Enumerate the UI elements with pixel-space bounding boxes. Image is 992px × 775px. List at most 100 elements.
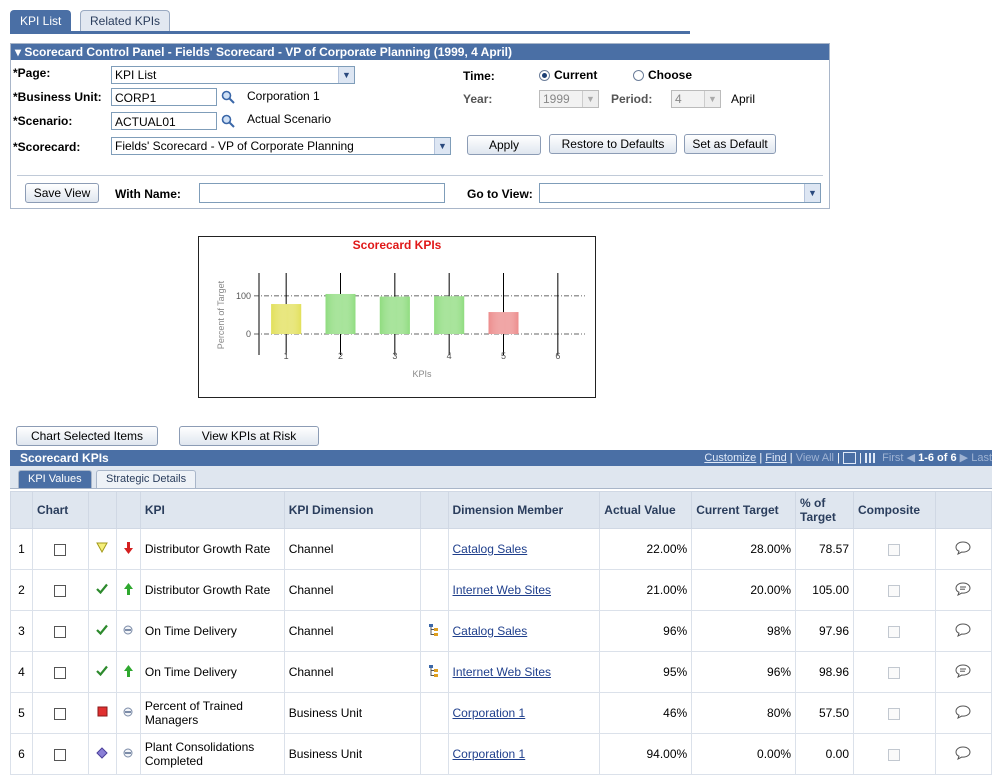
trend-up-arrow-icon xyxy=(123,582,133,598)
last-link[interactable]: Last xyxy=(971,452,992,464)
percent-of-target: 105.00 xyxy=(795,569,854,611)
go-to-view-select[interactable]: ▼ xyxy=(539,183,821,203)
lookup-search-icon[interactable] xyxy=(221,90,235,104)
chart-checkbox[interactable] xyxy=(54,707,67,720)
chart-title: Scorecard KPIs xyxy=(353,238,442,252)
chart-checkbox[interactable] xyxy=(54,543,67,556)
set-as-default-button[interactable]: Set as Default xyxy=(684,134,776,154)
view-name-input[interactable] xyxy=(199,183,445,203)
customize-link[interactable]: Customize xyxy=(704,452,756,464)
comment-bubble-icon[interactable] xyxy=(955,622,971,640)
dimension-member-link[interactable]: Corporation 1 xyxy=(453,747,526,761)
actual-value: 95% xyxy=(599,651,693,693)
collapse-icon[interactable]: ▾ xyxy=(15,45,21,59)
table-row: 1 Distributor Growth Rate Channel Catalog S… xyxy=(10,528,992,570)
spreadsheet-icon[interactable] xyxy=(864,453,876,464)
dimension-member-link[interactable]: Catalog Sales xyxy=(453,624,528,638)
view-kpis-at-risk-button[interactable]: View KPIs at Risk xyxy=(179,426,319,446)
current-target: 96% xyxy=(691,651,797,693)
hierarchy-tree-icon[interactable] xyxy=(429,664,439,680)
comment-bubble-icon[interactable] xyxy=(955,704,971,722)
business-unit-description: Corporation 1 xyxy=(247,89,320,103)
chart-selected-items-button[interactable]: Chart Selected Items xyxy=(16,426,158,446)
comment-bubble-icon[interactable] xyxy=(955,581,971,599)
first-link[interactable]: First xyxy=(882,452,903,464)
chart-checkbox[interactable] xyxy=(54,666,67,679)
save-view-button[interactable]: Save View xyxy=(25,183,99,203)
year-select-value: 1999 xyxy=(543,92,570,106)
kpi-name: On Time Delivery xyxy=(139,610,285,652)
with-name-label: With Name: xyxy=(115,187,181,201)
kpi-dimension-column-header[interactable]: KPI Dimension xyxy=(283,491,421,529)
chevron-down-icon: ▼ xyxy=(704,91,720,107)
subtab-kpi-values[interactable]: KPI Values xyxy=(18,470,92,488)
row-range: 1-6 of 6 xyxy=(918,452,957,464)
subtab-strategic-details[interactable]: Strategic Details xyxy=(96,470,197,488)
percent-of-target-column-header[interactable]: % of Target xyxy=(795,491,854,529)
composite-column-header[interactable]: Composite xyxy=(853,491,936,529)
chart-column-header[interactable]: Chart xyxy=(31,491,89,529)
comment-bubble-icon[interactable] xyxy=(955,745,971,763)
row-number: 6 xyxy=(10,733,33,775)
tab-related-kpis[interactable]: Related KPIs xyxy=(80,10,171,31)
chart-checkbox[interactable] xyxy=(54,748,67,761)
chart-checkbox[interactable] xyxy=(54,625,67,638)
view-all-link[interactable]: View All xyxy=(796,452,834,464)
go-to-view-label: Go to View: xyxy=(467,187,533,201)
scenario-label: *Scenario: xyxy=(13,114,73,128)
business-unit-input[interactable]: CORP1 xyxy=(111,88,217,106)
period-description: April xyxy=(731,92,756,106)
page-select[interactable]: KPI List ▼ xyxy=(111,66,355,84)
x-tick-label: 4 xyxy=(447,351,452,361)
dimension-member-link[interactable]: Internet Web Sites xyxy=(453,665,552,679)
time-choose-radio[interactable] xyxy=(633,70,644,81)
kpi-name: Distributor Growth Rate xyxy=(139,528,285,570)
scorecard-select-value: Fields' Scorecard - VP of Corporate Plan… xyxy=(115,139,354,153)
current-target-column-header[interactable]: Current Target xyxy=(691,491,797,529)
comment-bubble-icon[interactable] xyxy=(955,663,971,681)
y-tick-label: 100 xyxy=(236,291,251,301)
download-icon[interactable] xyxy=(843,452,856,465)
time-current-radio[interactable] xyxy=(539,70,550,81)
current-target: 80% xyxy=(691,692,797,734)
comment-bubble-icon[interactable] xyxy=(955,540,971,558)
x-tick-label: 3 xyxy=(392,351,397,361)
period-select[interactable]: 4 ▼ xyxy=(671,90,721,108)
hierarchy-tree-icon[interactable] xyxy=(429,623,439,639)
apply-button[interactable]: Apply xyxy=(467,135,541,155)
restore-defaults-button[interactable]: Restore to Defaults xyxy=(549,134,677,154)
dimension-member-link[interactable]: Corporation 1 xyxy=(453,706,526,720)
dimension-member-column-header[interactable]: Dimension Member xyxy=(447,491,601,529)
kpi-column-header[interactable]: KPI xyxy=(139,491,285,529)
scenario-description: Actual Scenario xyxy=(247,112,332,126)
year-label: Year: xyxy=(463,92,493,106)
next-icon[interactable]: ▶ xyxy=(960,452,968,464)
time-choose-label: Choose xyxy=(648,68,693,82)
year-select[interactable]: 1999 ▼ xyxy=(539,90,599,108)
tab-underline xyxy=(10,31,690,34)
table-row: 2 Distributor Growth Rate Channel Internet … xyxy=(10,569,992,611)
actual-value-column-header[interactable]: Actual Value xyxy=(599,491,693,529)
trend-flat-icon xyxy=(123,624,133,638)
trend-column-header xyxy=(115,491,141,529)
scorecard-select[interactable]: Fields' Scorecard - VP of Corporate Plan… xyxy=(111,137,451,155)
time-label: Time: xyxy=(463,69,495,83)
period-select-value: 4 xyxy=(675,92,682,106)
lookup-search-icon[interactable] xyxy=(221,114,235,128)
kpi-dimension: Channel xyxy=(283,528,421,570)
tree-column-header xyxy=(419,491,449,529)
trend-up-arrow-icon xyxy=(123,664,133,680)
chart-checkbox[interactable] xyxy=(54,584,67,597)
scenario-input[interactable]: ACTUAL01 xyxy=(111,112,217,130)
tab-kpi-list[interactable]: KPI List xyxy=(10,10,72,31)
composite-checkbox xyxy=(888,584,901,597)
composite-checkbox xyxy=(888,707,901,720)
kpi-name: On Time Delivery xyxy=(139,651,285,693)
x-tick-label: 1 xyxy=(284,351,289,361)
current-target: 20.00% xyxy=(691,569,797,611)
panel-header[interactable]: ▾ Scorecard Control Panel - Fields' Scor… xyxy=(11,44,829,60)
previous-icon[interactable]: ◀ xyxy=(907,452,915,464)
find-link[interactable]: Find xyxy=(765,452,786,464)
dimension-member-link[interactable]: Internet Web Sites xyxy=(453,583,552,597)
dimension-member-link[interactable]: Catalog Sales xyxy=(453,542,528,556)
